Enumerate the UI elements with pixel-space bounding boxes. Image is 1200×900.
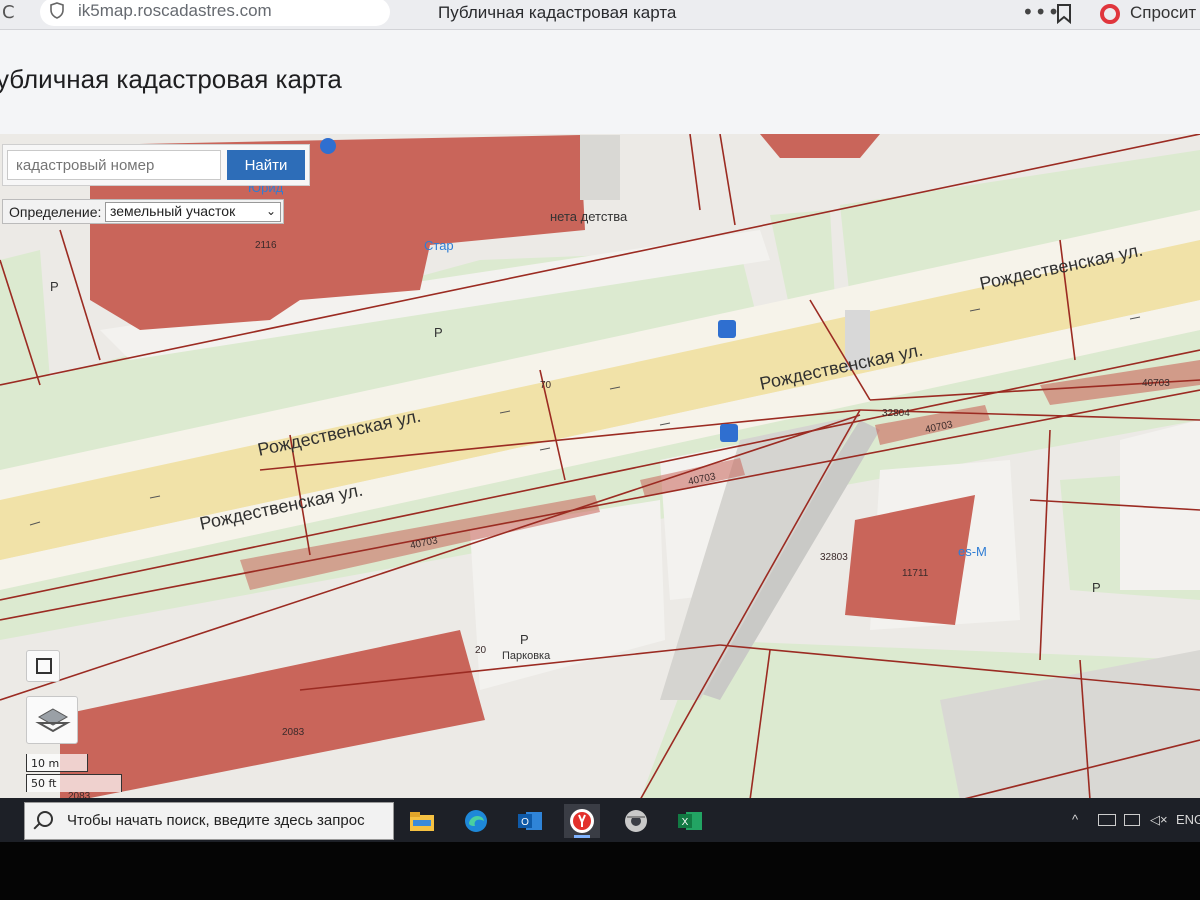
ruler-icon [36,658,52,674]
layers-icon [35,708,71,733]
yandex-browser-icon[interactable] [564,804,600,838]
parking-mark: P [434,325,443,340]
parcel-number: 40703 [1142,378,1170,389]
parcel-number: 32803 [820,552,848,563]
poi-label[interactable]: Стар [424,238,454,253]
language-indicator[interactable]: ENG [1176,812,1200,827]
parcel-number: 11711 [902,568,929,579]
parking-mark: P [50,279,59,294]
poi-label[interactable]: Парковка [502,650,550,662]
edge-icon[interactable] [458,804,494,838]
taskbar-search[interactable]: Чтобы начать поиск, введите здесь запрос [24,802,394,840]
chevron-up-icon[interactable]: ^ [1072,812,1078,827]
monitor-bezel [0,842,1200,900]
network-icon[interactable] [1124,814,1140,826]
address-url: ik5map.roscadastres.com [78,1,272,20]
scale-bar: 10 m 50 ft [26,754,122,792]
svg-text:O: O [521,817,529,828]
volume-icon[interactable]: ◁× [1150,812,1168,828]
screen: C ik5map.roscadastres.com Публичная када… [0,0,1200,900]
more-menu-icon[interactable]: ••• [1022,0,1060,24]
excel-icon[interactable]: X [672,804,708,838]
page-header: убличная кадастровая карта [0,30,1200,134]
battery-icon[interactable] [1098,814,1116,826]
alice-icon[interactable] [1100,4,1120,24]
parcel-number: 2116 [255,240,277,251]
map-canvas[interactable] [0,134,1200,800]
definition-value: земельный участок [110,203,236,219]
layers-button[interactable] [26,696,78,744]
poi-label[interactable]: es-M [958,544,987,559]
scale-imperial: 50 ft [26,774,122,792]
bus-stop-icon[interactable] [720,424,738,442]
definition-control: Определение: земельный участок ⌄ [2,199,284,224]
scale-metric: 10 m [26,754,88,772]
measure-tool-button[interactable] [26,650,60,682]
bus-stop-icon[interactable] [718,320,736,338]
address-bar[interactable]: ik5map.roscadastres.com [40,0,390,26]
browser-toolbar: C ik5map.roscadastres.com Публичная када… [0,0,1200,30]
definition-select[interactable]: земельный участок ⌄ [105,202,281,222]
outlook-icon[interactable]: O [512,804,548,838]
cadastral-map[interactable]: Рождественская ул. Рождественская ул. Ро… [0,134,1200,800]
taskbar-search-text: Чтобы начать поиск, введите здесь запрос [67,812,365,829]
svg-text:X: X [682,817,689,828]
reload-icon[interactable]: C [2,2,15,23]
find-button[interactable]: Найти [227,150,305,180]
parking-mark: P [1092,580,1101,595]
parcel-number: 70 [540,380,552,391]
bookmark-icon[interactable] [1056,4,1072,24]
file-explorer-icon[interactable] [404,804,440,838]
parcel-number: 2083 [282,727,305,738]
windows-taskbar: Чтобы начать поиск, введите здесь запрос… [0,798,1200,842]
shop-icon[interactable] [320,138,336,154]
browser-tab-title: Публичная кадастровая карта [438,3,677,22]
parcel-number: 20 [475,645,487,656]
cadastral-number-input[interactable] [7,150,221,180]
parcel-number: 32804 [882,408,910,419]
definition-label: Определение: [9,204,102,220]
shield-icon [50,2,64,19]
chrome-canary-icon[interactable] [618,804,654,838]
chevron-down-icon: ⌄ [265,204,276,218]
parking-mark: P [520,632,529,647]
search-icon [37,811,53,827]
page-title: убличная кадастровая карта [0,64,342,94]
poi-label[interactable]: нета детства [550,209,627,224]
cadastral-search: Найти [2,144,310,186]
ask-button-label[interactable]: Спросит [1130,3,1196,23]
